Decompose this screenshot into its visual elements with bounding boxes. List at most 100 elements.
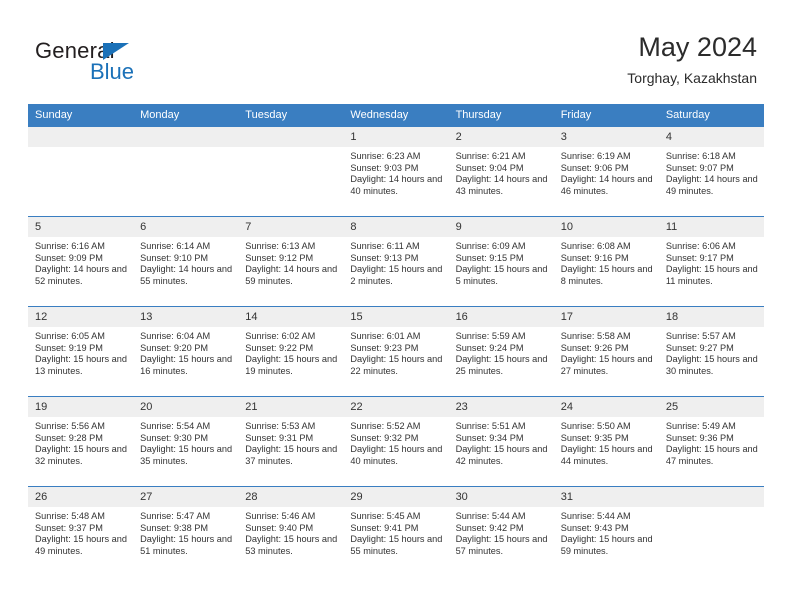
sunset-text: Sunset: 9:13 PM [350, 252, 419, 263]
daylight-text: Daylight: 15 hours and 55 minutes. [350, 534, 443, 556]
daylight-text: Daylight: 14 hours and 59 minutes. [245, 264, 338, 286]
calendar-day-cell[interactable]: 23 Sunrise: 5:51 AM Sunset: 9:34 PM Dayligh… [448, 396, 554, 487]
calendar-week-row: 19 Sunrise: 5:56 AM Sunset: 9:28 PM Dayligh… [28, 396, 764, 487]
weekday-header-tuesday: Tuesday [238, 104, 344, 127]
sunrise-text: Sunrise: 6:16 AM [35, 241, 105, 251]
calendar-day-cell[interactable]: 27 Sunrise: 5:47 AM Sunset: 9:38 PM Dayligh… [133, 486, 239, 577]
daylight-text: Daylight: 15 hours and 37 minutes. [245, 444, 338, 466]
daylight-text: Daylight: 15 hours and 32 minutes. [35, 444, 127, 466]
general-blue-logo[interactable]: General Blue [35, 38, 215, 88]
daylight-text: Daylight: 15 hours and 11 minutes. [665, 264, 758, 286]
calendar-day-cell[interactable]: 7 Sunrise: 6:13 AM Sunset: 9:12 PM Daylight… [238, 216, 344, 307]
calendar-week-row: 26 Sunrise: 5:48 AM Sunset: 9:37 PM Dayligh… [28, 486, 764, 577]
calendar-day-cell[interactable]: 8 Sunrise: 6:11 AM Sunset: 9:13 PM Daylight… [343, 216, 449, 307]
day-number: 6 [133, 217, 239, 237]
calendar-day-cell[interactable]: 28 Sunrise: 5:46 AM Sunset: 9:40 PM Dayligh… [238, 486, 344, 577]
sunset-text: Sunset: 9:43 PM [560, 522, 629, 533]
sunset-text: Sunset: 9:23 PM [350, 342, 419, 353]
weekday-header-monday: Monday [133, 104, 239, 127]
calendar-day-cell[interactable]: 6 Sunrise: 6:14 AM Sunset: 9:10 PM Daylight… [133, 216, 239, 307]
day-details: Sunrise: 5:45 AM Sunset: 9:41 PM Daylight:… [343, 507, 448, 557]
calendar-day-cell[interactable]: 2 Sunrise: 6:21 AM Sunset: 9:04 PM Daylight… [448, 126, 554, 217]
sunrise-text: Sunrise: 6:09 AM [455, 241, 526, 251]
day-number: 19 [28, 397, 134, 417]
day-details: Sunrise: 6:13 AM Sunset: 9:12 PM Daylight:… [238, 237, 343, 287]
calendar-day-cell[interactable]: 29 Sunrise: 5:45 AM Sunset: 9:41 PM Dayligh… [343, 486, 449, 577]
sunrise-text: Sunrise: 6:23 AM [350, 151, 421, 161]
calendar-day-cell[interactable]: 9 Sunrise: 6:09 AM Sunset: 9:15 PM Daylight… [448, 216, 554, 307]
day-number [238, 127, 344, 147]
calendar-day-cell[interactable]: 16 Sunrise: 5:59 AM Sunset: 9:24 PM Dayligh… [448, 306, 554, 397]
calendar-day-cell[interactable]: 20 Sunrise: 5:54 AM Sunset: 9:30 PM Dayligh… [133, 396, 239, 487]
calendar-day-cell[interactable]: 26 Sunrise: 5:48 AM Sunset: 9:37 PM Dayligh… [28, 486, 134, 577]
calendar-day-cell[interactable]: 14 Sunrise: 6:02 AM Sunset: 9:22 PM Dayligh… [238, 306, 344, 397]
calendar-day-cell[interactable]: 21 Sunrise: 5:53 AM Sunset: 9:31 PM Dayligh… [238, 396, 344, 487]
sunrise-text: Sunrise: 5:51 AM [455, 421, 526, 431]
sunset-text: Sunset: 9:06 PM [560, 162, 629, 173]
day-details: Sunrise: 5:53 AM Sunset: 9:31 PM Daylight:… [238, 417, 343, 467]
calendar-day-cell[interactable]: 25 Sunrise: 5:49 AM Sunset: 9:36 PM Dayligh… [658, 396, 764, 487]
calendar-day-cell[interactable]: 12 Sunrise: 6:05 AM Sunset: 9:19 PM Dayligh… [28, 306, 134, 397]
calendar-day-cell[interactable]: 10 Sunrise: 6:08 AM Sunset: 9:16 PM Dayligh… [553, 216, 659, 307]
calendar-day-cell-empty [28, 126, 134, 217]
sunset-text: Sunset: 9:34 PM [455, 432, 524, 443]
daylight-text: Daylight: 15 hours and 51 minutes. [140, 534, 233, 556]
day-number: 28 [238, 487, 344, 507]
day-number: 25 [658, 397, 764, 417]
sunset-text: Sunset: 9:22 PM [245, 342, 314, 353]
calendar-day-cell[interactable]: 1 Sunrise: 6:23 AM Sunset: 9:03 PM Daylight… [343, 126, 449, 217]
daylight-text: Daylight: 15 hours and 42 minutes. [455, 444, 548, 466]
calendar-day-cell[interactable]: 5 Sunrise: 6:16 AM Sunset: 9:09 PM Daylight… [28, 216, 134, 307]
day-number: 13 [133, 307, 239, 327]
calendar-day-cell-empty [238, 126, 344, 217]
day-number: 7 [238, 217, 344, 237]
sunrise-text: Sunrise: 5:47 AM [140, 511, 211, 521]
daylight-text: Daylight: 15 hours and 47 minutes. [665, 444, 758, 466]
calendar-day-cell[interactable]: 3 Sunrise: 6:19 AM Sunset: 9:06 PM Daylight… [553, 126, 659, 217]
day-number: 30 [448, 487, 554, 507]
calendar-day-cell[interactable]: 24 Sunrise: 5:50 AM Sunset: 9:35 PM Dayligh… [553, 396, 659, 487]
page-title: May 2024 [638, 32, 757, 62]
day-number: 17 [553, 307, 659, 327]
sunrise-text: Sunrise: 6:11 AM [350, 241, 420, 251]
daylight-text: Daylight: 15 hours and 59 minutes. [560, 534, 653, 556]
sunset-text: Sunset: 9:12 PM [245, 252, 314, 263]
calendar-day-cell[interactable]: 18 Sunrise: 5:57 AM Sunset: 9:27 PM Dayligh… [658, 306, 764, 397]
sunrise-text: Sunrise: 5:57 AM [665, 331, 736, 341]
day-details: Sunrise: 6:11 AM Sunset: 9:13 PM Daylight:… [343, 237, 448, 287]
day-details: Sunrise: 6:08 AM Sunset: 9:16 PM Daylight:… [554, 237, 659, 287]
daylight-text: Daylight: 14 hours and 55 minutes. [140, 264, 233, 286]
day-details: Sunrise: 6:19 AM Sunset: 9:06 PM Daylight:… [554, 147, 659, 197]
calendar-day-cell[interactable]: 15 Sunrise: 6:01 AM Sunset: 9:23 PM Dayligh… [343, 306, 449, 397]
day-number [28, 127, 134, 147]
calendar-day-cell[interactable]: 19 Sunrise: 5:56 AM Sunset: 9:28 PM Dayligh… [28, 396, 134, 487]
sunset-text: Sunset: 9:15 PM [455, 252, 524, 263]
day-details: Sunrise: 6:09 AM Sunset: 9:15 PM Daylight:… [449, 237, 554, 287]
day-number: 31 [553, 487, 659, 507]
weekday-header-saturday: Saturday [658, 104, 764, 127]
daylight-text: Daylight: 15 hours and 27 minutes. [560, 354, 653, 376]
day-details: Sunrise: 5:54 AM Sunset: 9:30 PM Daylight:… [133, 417, 238, 467]
sunrise-text: Sunrise: 6:19 AM [560, 151, 631, 161]
sunset-text: Sunset: 9:26 PM [560, 342, 629, 353]
calendar-day-cell[interactable]: 31 Sunrise: 5:44 AM Sunset: 9:43 PM Dayligh… [553, 486, 659, 577]
calendar-day-cell[interactable]: 4 Sunrise: 6:18 AM Sunset: 9:07 PM Daylight… [658, 126, 764, 217]
title-block: May 2024 Torghay, Kazakhstan [627, 30, 757, 88]
calendar-day-cell[interactable]: 11 Sunrise: 6:06 AM Sunset: 9:17 PM Dayligh… [658, 216, 764, 307]
calendar-day-cell[interactable]: 17 Sunrise: 5:58 AM Sunset: 9:26 PM Dayligh… [553, 306, 659, 397]
weekday-header-row: Sunday Monday Tuesday Wednesday Thursday… [28, 104, 764, 127]
calendar-day-cell[interactable]: 13 Sunrise: 6:04 AM Sunset: 9:20 PM Dayligh… [133, 306, 239, 397]
sunrise-text: Sunrise: 6:18 AM [665, 151, 736, 161]
calendar-day-cell[interactable]: 22 Sunrise: 5:52 AM Sunset: 9:32 PM Dayligh… [343, 396, 449, 487]
day-details: Sunrise: 5:48 AM Sunset: 9:37 PM Daylight:… [28, 507, 133, 557]
weekday-header-thursday: Thursday [448, 104, 554, 127]
weekday-header-sunday: Sunday [28, 104, 134, 127]
sunset-text: Sunset: 9:38 PM [140, 522, 209, 533]
day-number: 10 [553, 217, 659, 237]
sunrise-text: Sunrise: 5:52 AM [350, 421, 421, 431]
day-details: Sunrise: 5:50 AM Sunset: 9:35 PM Daylight:… [554, 417, 659, 467]
sunset-text: Sunset: 9:35 PM [560, 432, 629, 443]
sunrise-text: Sunrise: 6:08 AM [560, 241, 631, 251]
calendar-day-cell[interactable]: 30 Sunrise: 5:44 AM Sunset: 9:42 PM Dayligh… [448, 486, 554, 577]
day-details: Sunrise: 5:59 AM Sunset: 9:24 PM Daylight:… [449, 327, 554, 377]
